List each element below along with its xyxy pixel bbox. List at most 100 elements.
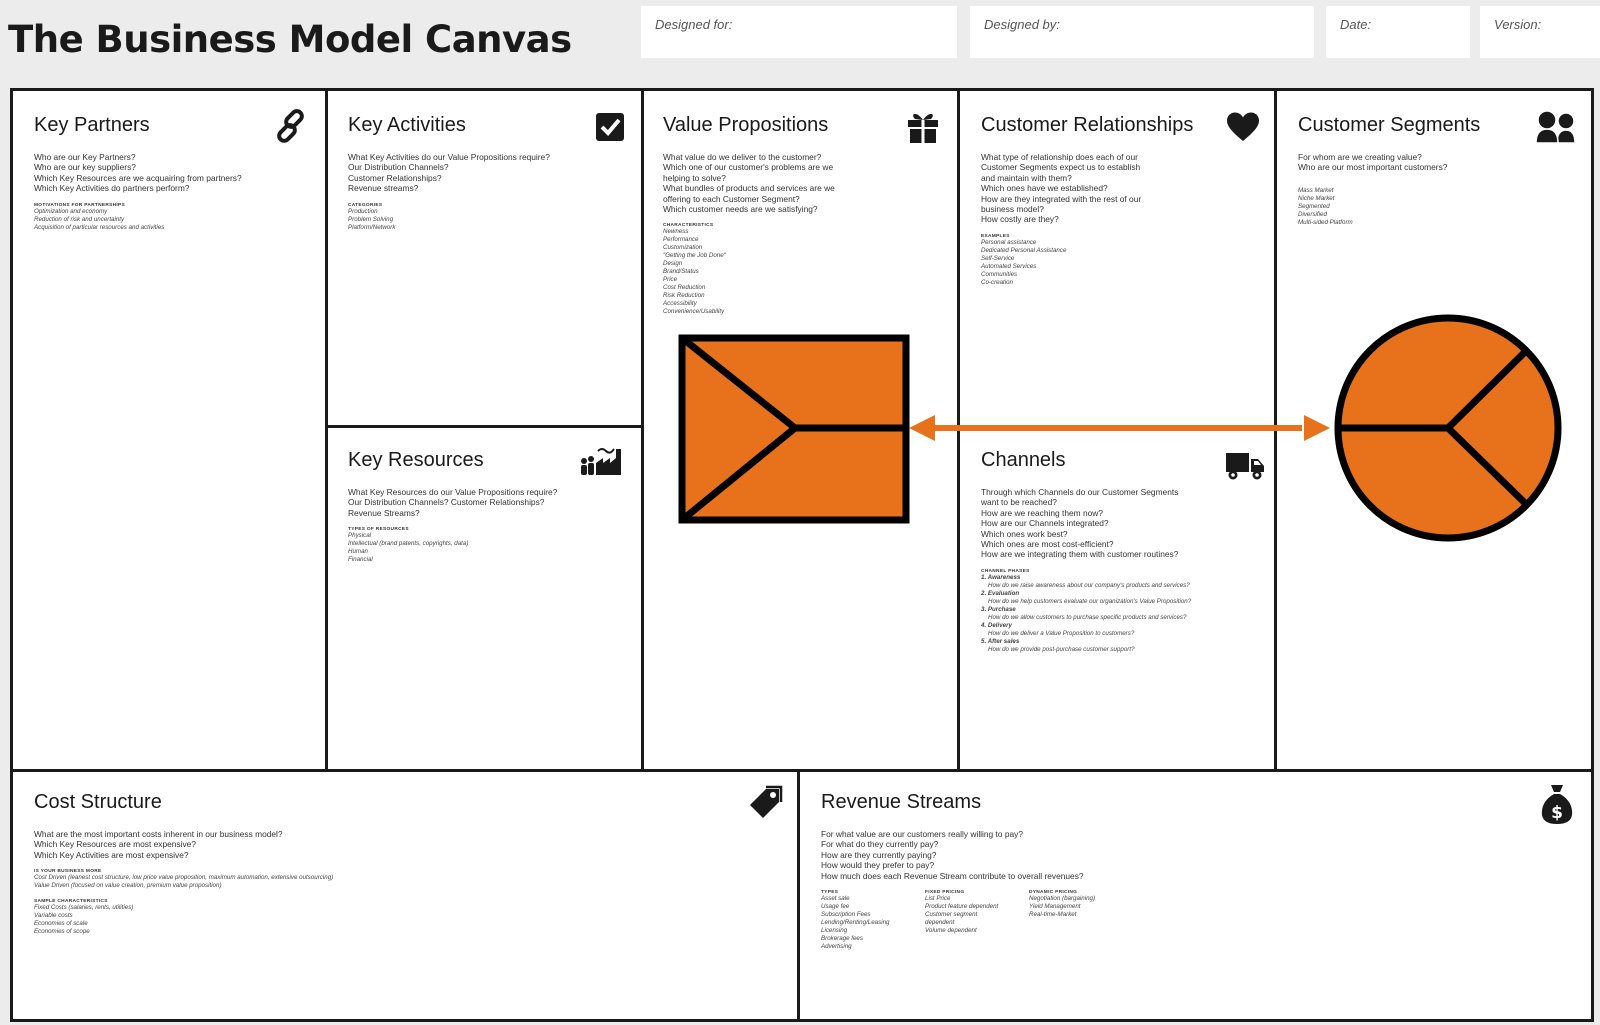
checkbox-icon [596,113,624,141]
list-item: Acquisition of particular resources and … [34,223,165,231]
question: offering to each Customer Segment? [663,193,800,204]
list-item: Fixed Costs (salaries, rents, utilities) [34,904,134,912]
phase-detail: How do we deliver a Value Proposition to… [988,629,1135,637]
list-item: Production [348,207,378,215]
question: helping to solve? [663,172,726,183]
question: What Key Activities do our Value Proposi… [348,152,550,162]
list-item: Negotiation (bargaining) [1029,895,1096,903]
list-item: Customization [663,244,703,252]
question: What type of relationship does each of o… [981,152,1138,162]
cost-structure-block[interactable]: Cost Structure What are the most importa… [34,791,333,936]
divider [641,90,644,772]
heart-icon [1227,112,1259,141]
phase-name: 2. Evaluation [981,589,1020,597]
channels-block[interactable]: Channels Through which Channels do our C… [981,449,1191,654]
list-item: Customer segment [925,911,978,919]
list-item: Product feature dependent [925,903,999,911]
list-item: Physical [348,532,372,540]
question: How are they integrated with the rest of… [981,193,1142,204]
list-item: Price [663,276,678,284]
question: What value do we deliver to the customer… [663,152,822,162]
revenue-column: TYPES Asset sale Usage fee Subscription … [821,890,893,951]
question: business model? [981,204,1044,215]
version-label: Version: [1494,17,1542,32]
question: Our Distribution Channels? [348,162,449,173]
list-item: List Price [925,895,951,903]
list-item: Dedicated Personal Assistance [981,246,1067,254]
designed-for-field[interactable]: Designed for: [641,6,957,58]
key-partners-block[interactable]: Key Partners Who are our Key Partners? W… [34,114,242,232]
list-item: Co-creation [981,278,1013,286]
designed-for-label: Designed for: [655,17,733,32]
question: For what value are our customers really … [821,829,1024,839]
link-icon [277,109,304,143]
revenue-column: DYNAMIC PRICING Negotiation (bargaining)… [1029,890,1095,951]
divider [1274,90,1277,772]
divider [326,425,642,428]
phase-name: 4. Delivery [981,621,1012,629]
page-title: The Business Model Canvas [8,18,572,61]
list-item: Variable costs [34,912,73,920]
list-item: Cost Reduction [663,284,706,292]
list-item: Financial [348,556,373,564]
list-item: Convenience/Usability [663,308,725,316]
revenue-streams-block[interactable]: Revenue Streams For what value are our c… [821,791,1095,951]
svg-text:$: $ [1551,803,1563,823]
key-activities-title: Key Activities [348,114,466,136]
list-item: Subscription Fees [821,911,871,919]
list-item: Problem Solving [348,215,394,223]
phase-name: 5. After sales [981,637,1020,645]
question: Which one of our customer's problems are… [663,162,834,173]
customer-relationships-title: Customer Relationships [981,114,1194,136]
phase-name: 1. Awareness [981,573,1021,581]
question: Which ones work best? [981,528,1068,539]
list-item: Accessibility [663,300,697,308]
question: Through which Channels do our Customer S… [981,487,1179,497]
question: Who are our Key Partners? [34,152,136,162]
divider [325,90,328,772]
question: Which customer needs are we satisfying? [663,204,818,215]
key-resources-block[interactable]: Key Resources What Key Resources do our … [348,449,557,564]
list-item: Licensing [821,927,848,935]
key-activities-block[interactable]: Key Activities What Key Activities do ou… [348,114,550,232]
list-item: Yield Management [1029,903,1081,911]
customer-relationships-block[interactable]: Customer Relationships What type of rela… [981,114,1193,287]
question: How are we integrating them with custome… [981,549,1179,560]
list-item: Platform/Network [348,223,396,231]
question: What bundles of products and services ar… [663,183,835,194]
question: and maintain with them? [981,172,1072,183]
question: For whom are we creating value? [1298,152,1422,162]
money-bag-icon: $ [1541,785,1573,824]
date-label: Date: [1340,17,1372,32]
list-item: Usage fee [821,903,850,911]
question: Which Key Activities are most expensive? [34,849,189,860]
list-item: Economies of scope [34,928,90,936]
question: Which ones are most cost-efficient? [981,539,1114,550]
question: What are the most important costs inhere… [34,829,283,839]
list-item: Communities [981,270,1018,278]
question: For what do they currently pay? [821,839,939,850]
price-tag-icon [750,785,783,818]
channels-title: Channels [981,449,1066,471]
version-field[interactable]: Version: [1480,6,1600,58]
value-propositions-block[interactable]: Value Propositions What value do we deli… [663,114,835,316]
question: How would they prefer to pay? [821,860,935,871]
question: Customer Relationships? [348,172,442,183]
question: How are our Channels integrated? [981,518,1109,529]
customer-segments-title: Customer Segments [1298,114,1481,136]
list-item: Newness [663,228,689,236]
question: Who are our most important customers? [1298,162,1448,173]
question: How are we reaching them now? [981,507,1103,518]
list-item: Segmented [1298,202,1330,210]
list-item: Brand/Status [663,268,699,276]
question: Who are our key suppliers? [34,162,136,173]
designed-by-field[interactable]: Designed by: [970,6,1314,58]
phase-detail: How do we raise awareness about our comp… [988,581,1190,589]
list-item: dependent [925,919,955,927]
date-field[interactable]: Date: [1326,6,1470,58]
list-item: Personal assistance [981,238,1037,246]
truck-icon [1226,453,1264,480]
list-item: Self-Service [981,254,1015,262]
list-item: Automated Services [981,262,1037,270]
customer-segments-block[interactable]: Customer Segments For whom are we creati… [1298,114,1480,227]
